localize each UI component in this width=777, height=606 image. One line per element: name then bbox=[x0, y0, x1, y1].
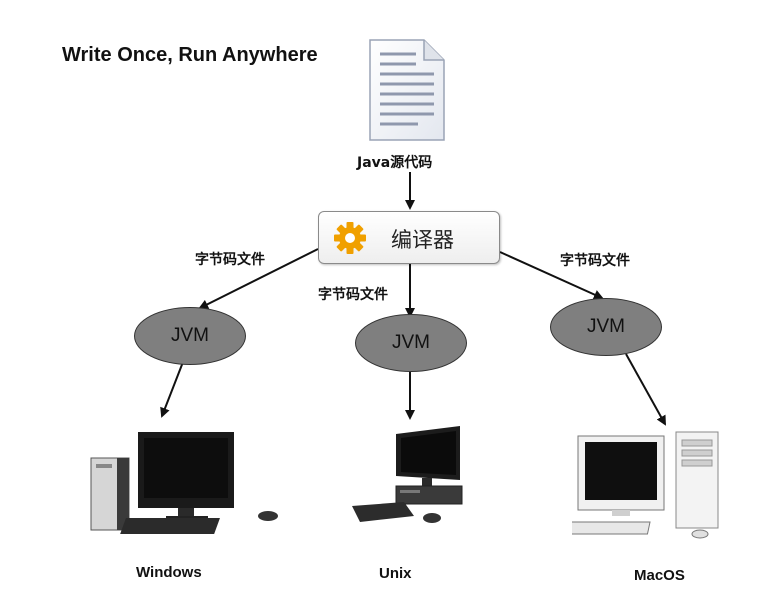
platform-macos: MacOS bbox=[634, 567, 685, 584]
jvm-unix: JVM bbox=[355, 314, 467, 372]
jvm-windows: JVM bbox=[134, 307, 246, 365]
compiler-label: 编译器 bbox=[391, 228, 454, 252]
arrow-jvm-to-macos bbox=[625, 353, 666, 426]
platform-windows: Windows bbox=[136, 564, 202, 581]
arrow-jvm-to-windows bbox=[160, 361, 184, 418]
macos-computer-icon bbox=[572, 431, 719, 539]
platform-unix: Unix bbox=[379, 565, 412, 582]
unix-computer-icon bbox=[352, 426, 463, 523]
gear-icon bbox=[334, 222, 366, 254]
bytecode-label-center: 字节码文件 bbox=[318, 287, 388, 303]
jvm-macos: JVM bbox=[550, 298, 662, 356]
bytecode-label-left: 字节码文件 bbox=[195, 252, 265, 268]
bytecode-label-right: 字节码文件 bbox=[560, 253, 630, 269]
windows-computer-icon bbox=[90, 432, 278, 534]
compiler-box: 编译器 bbox=[318, 211, 500, 264]
